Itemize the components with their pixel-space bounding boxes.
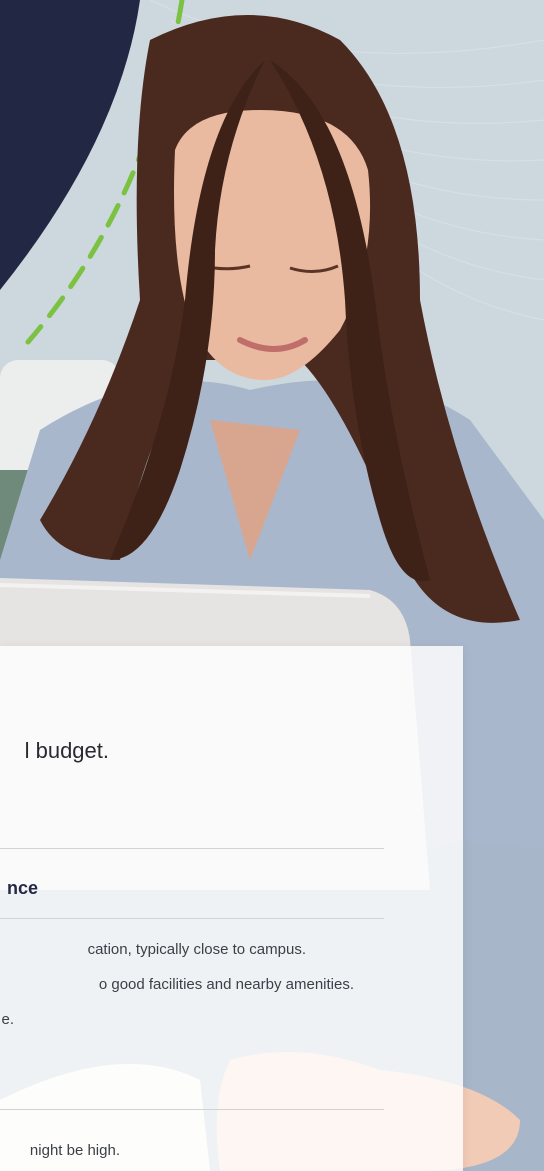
list-item: o good facilities and nearby amenities. — [98, 976, 354, 993]
section-title: nce — [0, 878, 38, 904]
divider — [0, 848, 384, 849]
headline: l budget. — [0, 738, 109, 768]
list-item: cation, typically close to campus. — [87, 941, 306, 958]
list-item: night be high. — [29, 1142, 120, 1159]
info-card: l budget. nce cation, typically close to… — [0, 646, 463, 1171]
list-item: e. — [1, 1011, 14, 1028]
section-title-text: nce — [6, 878, 38, 898]
divider — [0, 1109, 384, 1110]
divider — [0, 918, 384, 919]
headline-text: l budget. — [24, 738, 109, 763]
